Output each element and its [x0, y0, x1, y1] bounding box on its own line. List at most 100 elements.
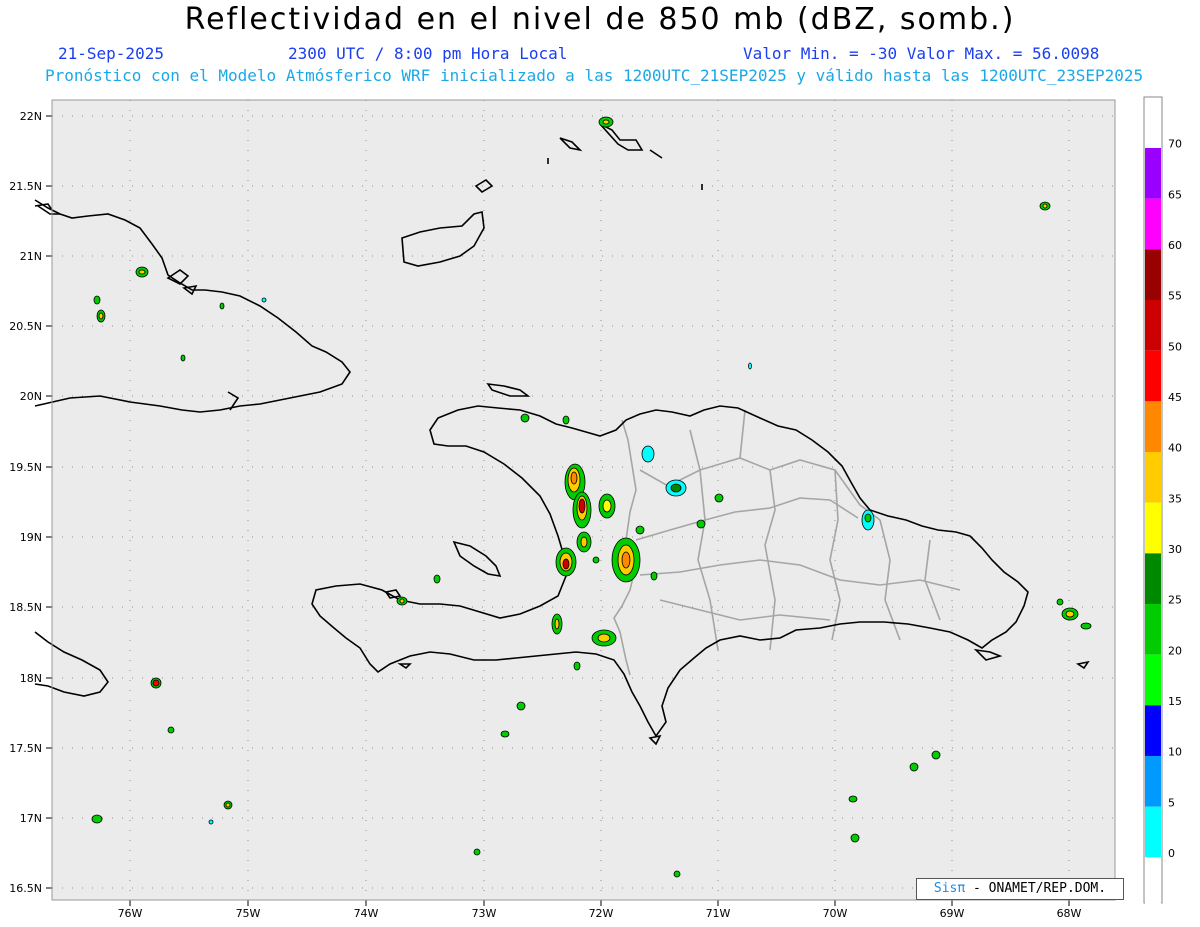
- echo: [500, 730, 510, 738]
- lon-label: 76W: [118, 907, 143, 920]
- lat-label: 22N: [20, 110, 42, 123]
- lat-label: 19.5N: [9, 461, 42, 474]
- echo: [1056, 598, 1064, 606]
- lon-label: 71W: [706, 907, 731, 920]
- echo: [848, 795, 858, 803]
- lat-label: 21N: [20, 250, 42, 263]
- colorbar-swatch: [1145, 705, 1161, 757]
- colorbar-swatch: [1145, 300, 1161, 351]
- echo: [597, 633, 611, 643]
- echo: [167, 726, 175, 734]
- colorbar-swatch: [1145, 756, 1161, 807]
- echo: [562, 415, 570, 425]
- colorbar-swatch: [1145, 806, 1161, 858]
- echo: [208, 819, 214, 825]
- echo: [864, 513, 872, 523]
- colorbar-label: 50: [1168, 340, 1182, 353]
- echo: [1065, 610, 1075, 618]
- colorbar-label: 55: [1168, 290, 1182, 303]
- reflectivity-map: 22N 21.5N 21N 20.5N 20N 19.5N 19N 18.5N 18N 17.5N…: [9, 96, 1182, 920]
- credit-brand: Sisπ: [933, 881, 966, 896]
- echo: [602, 119, 610, 125]
- echo: [554, 618, 560, 630]
- echo: [261, 297, 267, 303]
- echo: [520, 413, 530, 423]
- echo: [670, 483, 682, 493]
- echo: [1042, 203, 1048, 209]
- echo: [602, 499, 612, 513]
- colorbar-label: 35: [1168, 492, 1182, 505]
- colorbar-swatch: [1145, 502, 1161, 554]
- lat-label: 17.5N: [9, 742, 42, 755]
- colorbar-label: 15: [1168, 695, 1182, 708]
- lat-label: 21.5N: [9, 180, 42, 193]
- lat-label: 19N: [20, 531, 42, 544]
- colorbar: 0 5 10 15 20 25 30 35 40 45 50 55 60 65 70: [1145, 138, 1182, 909]
- echo: [650, 571, 658, 581]
- echo: [180, 354, 186, 362]
- colorbar-label: 5: [1168, 796, 1175, 809]
- lon-label: 72W: [589, 907, 614, 920]
- colorbar-swatch: [1145, 452, 1161, 503]
- echo: [399, 598, 405, 604]
- colorbar-swatch: [1145, 604, 1161, 655]
- echo: [98, 312, 104, 320]
- echo: [138, 269, 146, 275]
- lat-label: 20N: [20, 390, 42, 403]
- colorbar-swatch: [1145, 553, 1161, 605]
- echo: [91, 814, 103, 824]
- colorbar-label: 65: [1168, 188, 1182, 201]
- lon-label: 70W: [823, 907, 848, 920]
- echo: [641, 445, 655, 463]
- colorbar-swatch: [1145, 198, 1161, 250]
- echo: [93, 295, 101, 305]
- echo: [573, 661, 581, 671]
- lon-label: 73W: [472, 907, 497, 920]
- echo: [635, 525, 645, 535]
- echo: [473, 848, 481, 856]
- colorbar-label: 45: [1168, 391, 1182, 404]
- echo: [673, 870, 681, 878]
- colorbar-label: 20: [1168, 644, 1182, 657]
- echo: [748, 362, 752, 370]
- echo: [580, 536, 588, 548]
- colorbar-label: 0: [1168, 847, 1175, 860]
- colorbar-label: 10: [1168, 746, 1182, 759]
- credit-box: Sisπ - ONAMET/REP.DOM.: [916, 878, 1124, 900]
- colorbar-swatch: [1145, 857, 1161, 909]
- echo: [592, 556, 600, 564]
- echo: [219, 302, 225, 310]
- lat-label: 18.5N: [9, 601, 42, 614]
- echo: [433, 574, 441, 584]
- echo: [850, 833, 860, 843]
- colorbar-label: 30: [1168, 543, 1182, 556]
- lat-label: 20.5N: [9, 320, 42, 333]
- lon-label: 74W: [354, 907, 379, 920]
- echo: [516, 701, 526, 711]
- colorbar-label: 70: [1168, 138, 1182, 151]
- echo: [696, 519, 706, 529]
- lat-label: 18N: [20, 672, 42, 685]
- colorbar-swatch: [1145, 401, 1161, 453]
- colorbar-swatch: [1145, 350, 1161, 402]
- credit-text: - ONAMET/REP.DOM.: [973, 881, 1107, 896]
- colorbar-label: 60: [1168, 239, 1182, 252]
- echo: [225, 802, 231, 808]
- echo: [931, 750, 941, 760]
- colorbar-swatch: [1145, 654, 1161, 706]
- echo: [909, 762, 919, 772]
- lon-label: 68W: [1057, 907, 1082, 920]
- echo: [621, 551, 631, 569]
- echo: [714, 493, 724, 503]
- lon-label: 75W: [236, 907, 261, 920]
- echo: [578, 498, 586, 514]
- echo: [562, 558, 570, 570]
- colorbar-swatch: [1145, 148, 1161, 199]
- lat-label: 17N: [20, 812, 42, 825]
- colorbar-swatch: [1145, 249, 1161, 301]
- colorbar-label: 40: [1168, 442, 1182, 455]
- echo: [1080, 622, 1092, 630]
- lon-label: 69W: [940, 907, 965, 920]
- echo: [570, 471, 578, 485]
- echo: [152, 679, 160, 687]
